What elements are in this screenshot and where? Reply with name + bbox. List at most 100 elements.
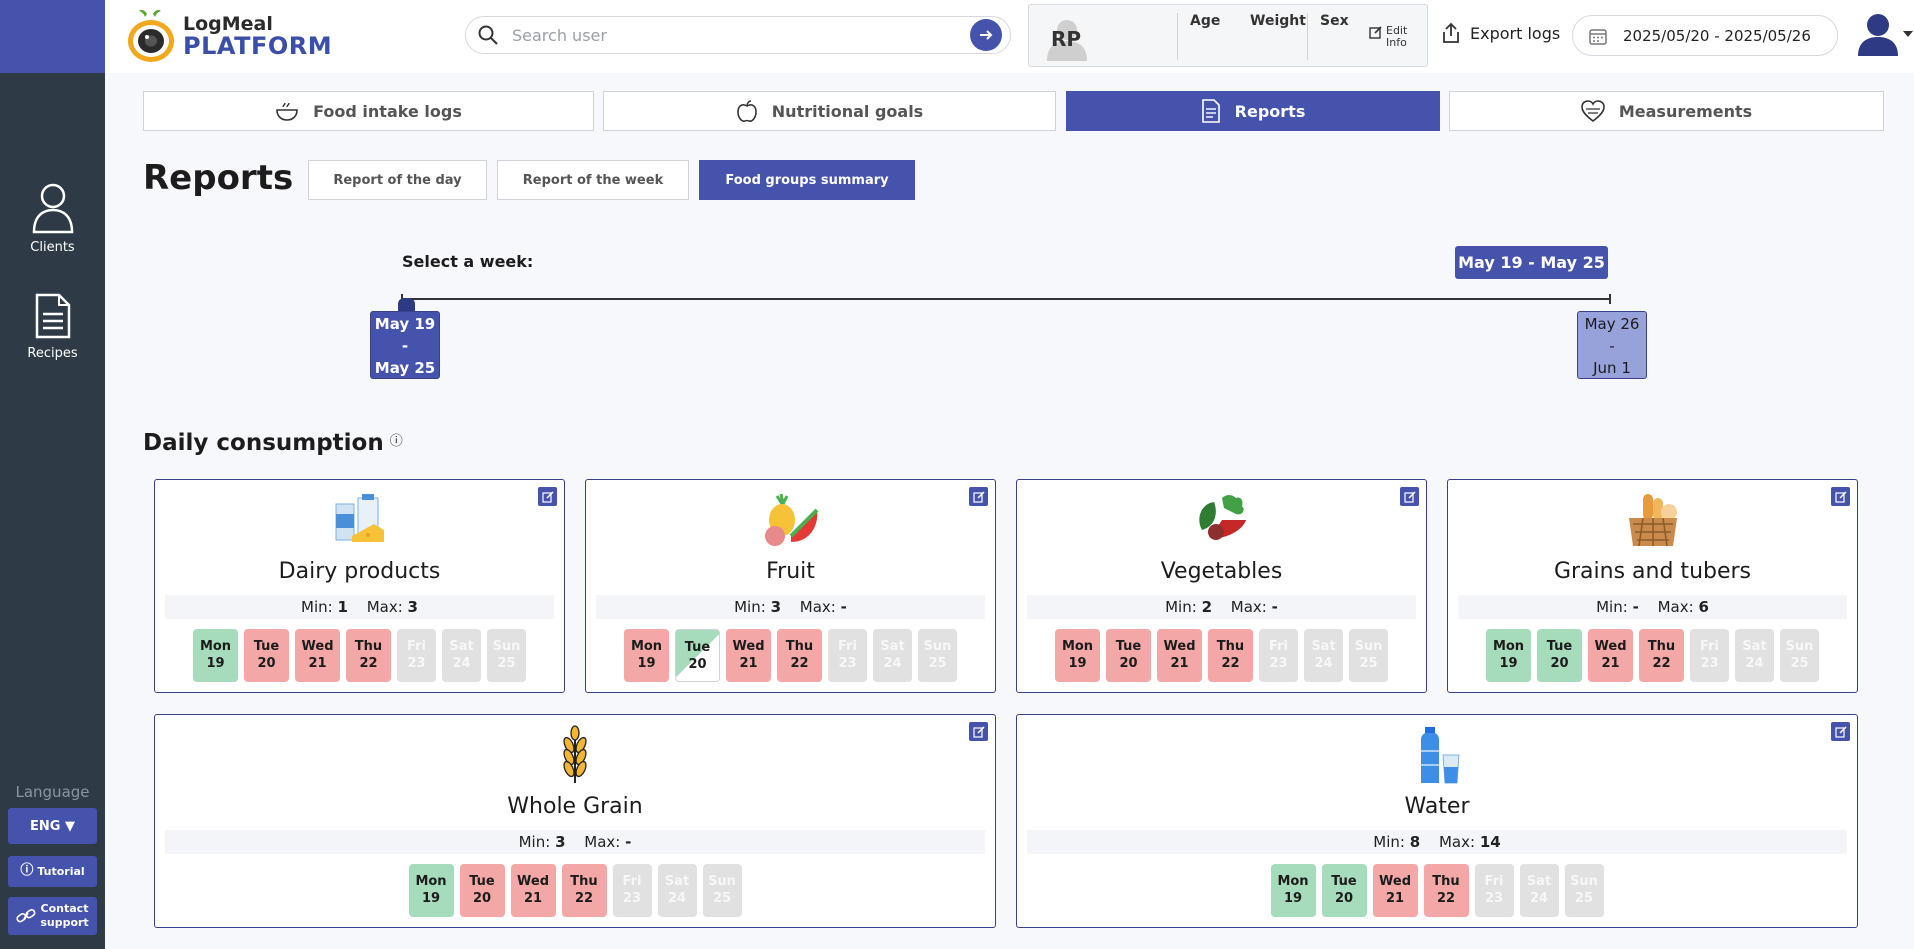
language-select[interactable]: ENG ▼ — [8, 808, 97, 844]
contact-support-button[interactable]: Contact support — [8, 897, 97, 935]
search-submit-button[interactable] — [970, 19, 1002, 51]
subtab-report-of-the-week[interactable]: Report of the week — [497, 160, 689, 200]
day-cell[interactable]: Tue 20 — [675, 629, 720, 682]
day-number: 25 — [1574, 891, 1594, 906]
day-cell[interactable]: Mon 19 — [408, 864, 454, 917]
day-cell[interactable]: Sat 24 — [873, 629, 912, 682]
day-cell[interactable]: Tue 20 — [1537, 629, 1582, 682]
edit-group-button[interactable] — [969, 487, 988, 506]
day-cells: Mon 19 Tue 20 Wed 21 Thu 22 Fri 23 Sat 24 Sun 25 — [155, 864, 995, 917]
export-logs-button[interactable]: Export logs — [1440, 22, 1560, 44]
day-name: Thu — [785, 639, 814, 654]
edit-group-button[interactable] — [1831, 722, 1850, 741]
min-label: Min: — [518, 833, 551, 851]
day-cell[interactable]: Fri 23 — [1474, 864, 1514, 917]
day-cell[interactable]: Wed 21 — [726, 629, 771, 682]
day-cell[interactable]: Mon 19 — [1486, 629, 1531, 682]
tab-nutritional-goals[interactable]: Nutritional goals — [603, 91, 1056, 131]
week-option-selected[interactable]: May 19 - May 25 — [370, 311, 440, 379]
day-number: 21 — [739, 656, 758, 671]
profile-menu[interactable] — [1857, 12, 1913, 56]
day-cell[interactable]: Fri 23 — [828, 629, 867, 682]
tutorial-button[interactable]: ⓘ Tutorial — [8, 856, 97, 887]
day-cell[interactable]: Mon 19 — [1055, 629, 1100, 682]
day-cell[interactable]: Wed 21 — [1588, 629, 1633, 682]
day-cell[interactable]: Thu 22 — [1208, 629, 1253, 682]
sidebar-item-recipes[interactable]: Recipes — [0, 292, 105, 361]
day-cell[interactable]: Thu 22 — [1423, 864, 1469, 917]
day-cell[interactable]: Wed 21 — [1372, 864, 1418, 917]
day-cell[interactable]: Wed 21 — [295, 629, 340, 682]
day-cell[interactable]: Thu 22 — [346, 629, 391, 682]
day-name: Mon — [1061, 639, 1094, 654]
day-cell[interactable]: Sat 24 — [1304, 629, 1343, 682]
timeline-slider-handle[interactable] — [398, 298, 415, 312]
min-max-row: Min: 8 Max: 14 — [1027, 830, 1847, 854]
selected-week-badge: May 19 - May 25 — [1455, 246, 1608, 279]
day-name: Thu — [354, 639, 383, 654]
subtab-food-groups-summary[interactable]: Food groups summary — [699, 160, 915, 200]
day-cell[interactable]: Sun 25 — [1564, 864, 1604, 917]
day-cell[interactable]: Sun 25 — [702, 864, 742, 917]
tab-measurements[interactable]: Measurements — [1449, 91, 1884, 131]
day-number: 25 — [497, 656, 516, 671]
day-number: 23 — [622, 891, 642, 906]
water-icon — [1407, 725, 1467, 785]
day-cell[interactable]: Thu 22 — [1639, 629, 1684, 682]
tab-label: Reports — [1234, 101, 1306, 121]
profile-avatar-icon — [1858, 14, 1898, 56]
day-cell[interactable]: Sun 25 — [918, 629, 957, 682]
logo[interactable]: LogMeal PLATFORM — [125, 8, 332, 64]
day-cell[interactable]: Mon 19 — [193, 629, 238, 682]
day-cell[interactable]: Tue 20 — [459, 864, 505, 917]
tab-label: Food intake logs — [313, 101, 462, 121]
subtab-report-of-the-day[interactable]: Report of the day — [308, 160, 487, 200]
info-icon[interactable]: ⓘ — [390, 430, 403, 449]
edit-group-button[interactable] — [1400, 487, 1419, 506]
day-number: 21 — [1170, 656, 1189, 671]
min-max-row: Min: 1 Max: 3 — [165, 595, 554, 619]
day-cell[interactable]: Mon 19 — [624, 629, 669, 682]
day-cell[interactable]: Sat 24 — [657, 864, 697, 917]
day-cell[interactable]: Wed 21 — [510, 864, 556, 917]
day-cell[interactable]: Thu 22 — [561, 864, 607, 917]
date-range-picker[interactable]: 2025/05/20 - 2025/05/26 — [1572, 15, 1838, 56]
day-number: 25 — [928, 656, 947, 671]
day-cell[interactable]: Sun 25 — [1780, 629, 1819, 682]
day-cells: Mon 19 Tue 20 Wed 21 Thu 22 Fri 23 Sat 24 Sun 25 — [586, 629, 995, 682]
day-name: Tue — [1546, 639, 1573, 654]
day-number: 20 — [688, 657, 707, 672]
search-input[interactable] — [512, 25, 970, 45]
edit-group-button[interactable] — [538, 487, 557, 506]
day-cell[interactable]: Tue 20 — [1321, 864, 1367, 917]
day-cell[interactable]: Fri 23 — [397, 629, 436, 682]
edit-info-button[interactable]: Edit Info — [1369, 25, 1407, 48]
day-cell[interactable]: Mon 19 — [1270, 864, 1316, 917]
food-group-name: Whole Grain — [507, 794, 643, 819]
day-cell[interactable]: Wed 21 — [1157, 629, 1202, 682]
sex-label: Sex — [1307, 13, 1349, 60]
tab-food-intake-logs[interactable]: Food intake logs — [143, 91, 594, 131]
edit-icon — [1834, 725, 1847, 738]
min-label: Min: — [1596, 598, 1628, 616]
day-cell[interactable]: Fri 23 — [1259, 629, 1298, 682]
day-name: Tue — [469, 874, 495, 889]
day-cell[interactable]: Thu 22 — [777, 629, 822, 682]
day-cell[interactable]: Tue 20 — [244, 629, 289, 682]
day-cell[interactable]: Sat 24 — [1519, 864, 1559, 917]
edit-group-button[interactable] — [969, 722, 988, 741]
max-value: - — [840, 598, 847, 616]
day-cell[interactable]: Tue 20 — [1106, 629, 1151, 682]
tab-reports[interactable]: Reports — [1066, 91, 1440, 131]
week-option[interactable]: May 26 - Jun 1 — [1577, 311, 1647, 379]
day-cell[interactable]: Sun 25 — [487, 629, 526, 682]
sidebar-item-clients[interactable]: Clients — [0, 182, 105, 255]
day-cell[interactable]: Fri 23 — [1690, 629, 1729, 682]
day-cell[interactable]: Sun 25 — [1349, 629, 1388, 682]
day-number: 19 — [637, 656, 656, 671]
edit-group-button[interactable] — [1831, 487, 1850, 506]
day-cell[interactable]: Sat 24 — [442, 629, 481, 682]
help-icon: ⓘ — [20, 863, 34, 879]
day-cell[interactable]: Sat 24 — [1735, 629, 1774, 682]
day-cell[interactable]: Fri 23 — [612, 864, 652, 917]
